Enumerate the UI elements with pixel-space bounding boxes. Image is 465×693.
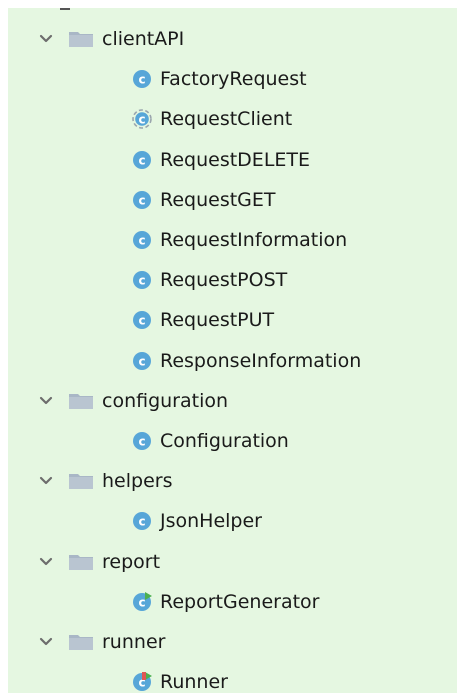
class-item-requestget[interactable]: c RequestGET — [8, 180, 276, 220]
project-tree: clientAPI c FactoryRequest c RequestClient c R… — [8, 8, 457, 693]
class-label: FactoryRequest — [160, 68, 307, 91]
class-label: RequestPUT — [160, 309, 275, 332]
svg-text:c: c — [138, 314, 145, 328]
folder-icon — [68, 472, 94, 490]
class-icon: c — [132, 69, 152, 89]
class-item-requestclient[interactable]: c RequestClient — [8, 99, 292, 139]
chevron-down-icon[interactable] — [38, 473, 54, 489]
package-label: report — [102, 550, 161, 573]
class-item-factoryrequest[interactable]: c FactoryRequest — [8, 59, 307, 99]
class-label: RequestClient — [160, 108, 293, 131]
runnable-class-icon: c — [132, 672, 152, 692]
svg-text:c: c — [138, 595, 145, 609]
package-label: helpers — [102, 470, 173, 493]
abstract-class-icon: c — [132, 109, 152, 130]
package-configuration[interactable]: configuration — [8, 381, 228, 421]
svg-text:c: c — [138, 113, 145, 127]
class-icon: c — [132, 431, 152, 451]
class-item-configuration[interactable]: c Configuration — [8, 421, 289, 461]
class-icon: c — [132, 310, 152, 330]
class-label: ReportGenerator — [160, 590, 320, 613]
class-item-reportgenerator[interactable]: c ReportGenerator — [8, 582, 319, 622]
package-helpers[interactable]: helpers — [8, 461, 172, 501]
svg-text:c: c — [138, 72, 145, 86]
class-label: RequestInformation — [160, 229, 348, 251]
package-runner[interactable]: runner — [8, 622, 165, 662]
package-clientapi[interactable]: clientAPI — [8, 19, 184, 59]
package-report[interactable]: report — [8, 542, 160, 582]
class-label: Configuration — [160, 430, 289, 452]
folder-icon — [68, 553, 94, 571]
chevron-down-icon[interactable] — [38, 393, 54, 409]
folder-icon — [68, 30, 94, 48]
class-label: RequestGET — [160, 188, 276, 211]
class-item-runner[interactable]: c Runner — [8, 662, 228, 693]
package-label: clientAPI — [102, 28, 185, 50]
class-item-requestinformation[interactable]: c RequestInformation — [8, 220, 347, 260]
tree-line-stub — [60, 8, 70, 10]
class-icon: c — [132, 190, 152, 210]
runnable-class-icon: c — [132, 591, 152, 612]
class-icon: c — [132, 270, 152, 290]
svg-text:c: c — [138, 153, 145, 167]
class-icon: c — [132, 351, 152, 371]
class-item-requestput[interactable]: c RequestPUT — [8, 300, 274, 340]
folder-icon — [68, 633, 94, 651]
svg-text:c: c — [138, 273, 145, 287]
svg-text:c: c — [138, 434, 145, 448]
class-label: JsonHelper — [160, 510, 262, 533]
class-item-requestdelete[interactable]: c RequestDELETE — [8, 140, 310, 180]
svg-text:c: c — [138, 354, 145, 368]
class-icon: c — [132, 150, 152, 170]
class-item-jsonhelper[interactable]: c JsonHelper — [8, 501, 262, 541]
svg-text:c: c — [138, 193, 145, 207]
svg-text:c: c — [138, 515, 145, 529]
class-label: RequestPOST — [160, 269, 288, 292]
class-item-responseinformation[interactable]: c ResponseInformation — [8, 341, 361, 381]
class-label: Runner — [160, 671, 228, 693]
package-label: runner — [102, 631, 166, 653]
folder-icon — [68, 392, 94, 410]
chevron-down-icon[interactable] — [38, 31, 54, 47]
class-label: RequestDELETE — [160, 148, 311, 171]
chevron-down-icon[interactable] — [38, 634, 54, 650]
svg-text:c: c — [138, 233, 145, 247]
class-item-requestpost[interactable]: c RequestPOST — [8, 260, 287, 300]
package-label: configuration — [102, 389, 229, 412]
class-icon: c — [132, 511, 152, 531]
class-label: ResponseInformation — [160, 349, 362, 372]
chevron-down-icon[interactable] — [38, 554, 54, 570]
class-icon: c — [132, 230, 152, 250]
